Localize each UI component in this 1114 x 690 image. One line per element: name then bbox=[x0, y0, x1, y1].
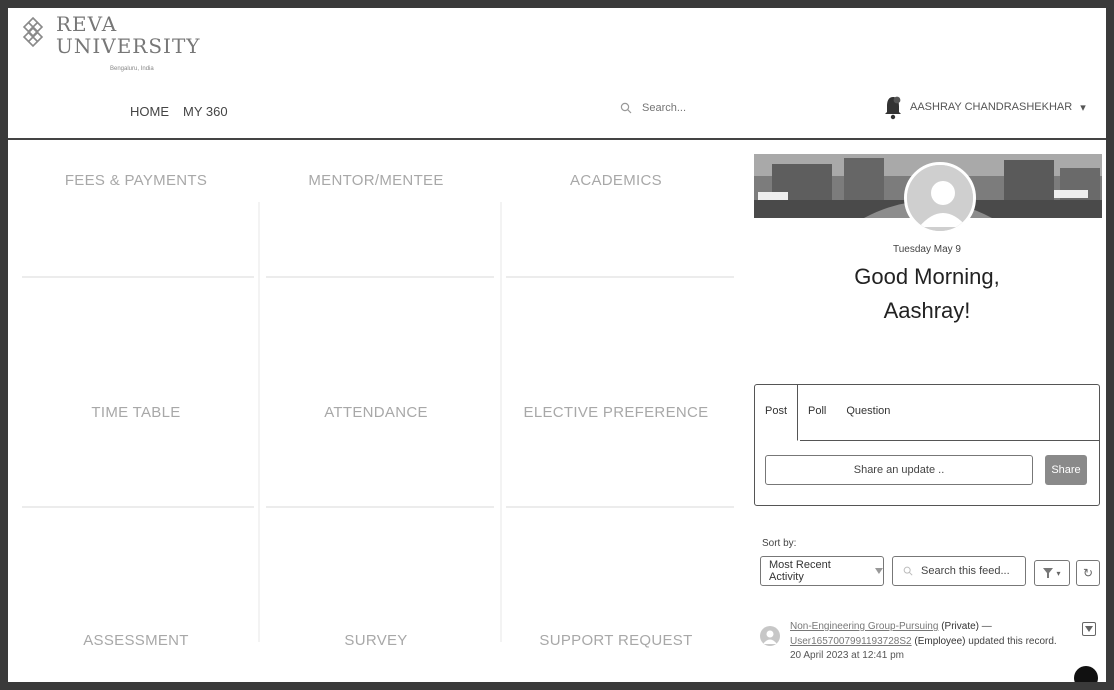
main-nav: HOME MY 360 bbox=[130, 104, 228, 119]
user-caret-icon[interactable]: ▾ bbox=[1080, 101, 1086, 114]
tile-divider bbox=[506, 506, 734, 508]
tile-divider bbox=[506, 276, 734, 278]
tile-assessment[interactable]: ASSESSMENT bbox=[16, 632, 256, 649]
filter-caret: ▾ bbox=[1056, 568, 1061, 578]
tile-divider bbox=[266, 506, 494, 508]
university-logo[interactable]: REVA UNIVERSITY Bengaluru, India bbox=[18, 12, 200, 78]
tab-poll[interactable]: Poll bbox=[798, 385, 836, 441]
brand-line2: UNIVERSITY bbox=[56, 34, 201, 58]
quick-links-grid: FEES & PAYMENTS MENTOR/MENTEE ACADEMICS … bbox=[8, 142, 748, 682]
tab-divider bbox=[800, 440, 1099, 441]
feed-role: (Employee) bbox=[914, 635, 966, 647]
publisher-tabs: Post Poll Question bbox=[755, 385, 1099, 441]
greeting: Good Morning, Aashray! bbox=[748, 260, 1106, 328]
feed-user-link[interactable]: User1657007991193728S2 bbox=[790, 636, 912, 647]
person-avatar-icon bbox=[907, 165, 973, 231]
top-header: REVA UNIVERSITY Bengaluru, India HOME MY… bbox=[8, 8, 1106, 140]
greeting-line2: Aashray! bbox=[883, 298, 971, 324]
global-search[interactable] bbox=[620, 102, 722, 114]
chatter-publisher: Post Poll Question Share an update .. Sh… bbox=[754, 384, 1100, 506]
user-menu[interactable]: AASHRAY CHANDRASHEKHAR ▾ bbox=[884, 94, 1086, 120]
feed-search[interactable]: Search this feed... bbox=[892, 556, 1026, 586]
profile-panel: Tuesday May 9 Good Morning, Aashray! Pos… bbox=[748, 142, 1106, 682]
search-input[interactable] bbox=[642, 102, 722, 114]
chevron-down-icon bbox=[1085, 626, 1093, 632]
feed-item-text: Non-Engineering Group-Pursuing (Private)… bbox=[790, 620, 1060, 664]
feed-privacy: (Private) bbox=[941, 621, 979, 632]
tile-academics[interactable]: ACADEMICS bbox=[496, 172, 736, 189]
sort-select[interactable]: Most Recent Activity bbox=[760, 556, 884, 586]
sort-label: Sort by: bbox=[762, 538, 797, 549]
notification-bell-icon[interactable] bbox=[884, 94, 902, 120]
filter-icon bbox=[1043, 568, 1054, 578]
refresh-button[interactable]: ↻ bbox=[1076, 560, 1100, 586]
current-date: Tuesday May 9 bbox=[893, 244, 961, 255]
brand-line1: REVA bbox=[56, 12, 118, 36]
sort-value: Most Recent Activity bbox=[769, 559, 831, 583]
feed-action: updated this record. bbox=[968, 635, 1057, 647]
person-icon bbox=[763, 630, 777, 644]
logo-knot-icon bbox=[22, 16, 44, 48]
tab-post[interactable]: Post bbox=[755, 385, 799, 441]
tile-mentor-mentee[interactable]: MENTOR/MENTEE bbox=[256, 172, 496, 189]
tile-divider bbox=[22, 506, 254, 508]
feed-group-link[interactable]: Non-Engineering Group-Pursuing bbox=[790, 621, 938, 632]
tile-support-request[interactable]: SUPPORT REQUEST bbox=[496, 632, 736, 649]
feed-dash: — bbox=[979, 621, 992, 632]
feed-item: Non-Engineering Group-Pursuing (Private)… bbox=[760, 618, 1100, 682]
share-update-input[interactable]: Share an update .. bbox=[765, 455, 1033, 485]
tile-divider bbox=[266, 276, 494, 278]
tile-divider bbox=[22, 276, 254, 278]
tile-attendance[interactable]: ATTENDANCE bbox=[256, 404, 496, 421]
feed-avatar[interactable] bbox=[760, 626, 780, 646]
tile-divider bbox=[500, 202, 502, 642]
user-name[interactable]: AASHRAY CHANDRASHEKHAR bbox=[910, 101, 1072, 113]
tile-fees-payments[interactable]: FEES & PAYMENTS bbox=[16, 172, 256, 189]
nav-home[interactable]: HOME bbox=[130, 104, 169, 119]
feed-timestamp[interactable]: 20 April 2023 at 12:41 pm bbox=[790, 650, 904, 661]
tile-survey[interactable]: SURVEY bbox=[256, 632, 496, 649]
tab-question[interactable]: Question bbox=[836, 385, 900, 441]
search-icon bbox=[620, 102, 632, 114]
user-avatar[interactable] bbox=[904, 162, 976, 234]
feed-item-menu[interactable] bbox=[1082, 622, 1096, 636]
filter-button[interactable]: ▾ bbox=[1034, 560, 1070, 586]
search-icon bbox=[903, 566, 913, 576]
brand-sub: Bengaluru, India bbox=[110, 66, 154, 72]
tile-elective-preference[interactable]: ELECTIVE PREFERENCE bbox=[496, 404, 736, 421]
feed-search-input[interactable]: Search this feed... bbox=[921, 565, 1010, 577]
greeting-line1: Good Morning, bbox=[854, 264, 1000, 289]
chevron-down-icon bbox=[875, 568, 883, 574]
share-button[interactable]: Share bbox=[1045, 455, 1087, 485]
refresh-icon: ↻ bbox=[1082, 566, 1094, 580]
nav-my360[interactable]: MY 360 bbox=[183, 104, 228, 119]
page-frame: REVA UNIVERSITY Bengaluru, India HOME MY… bbox=[8, 8, 1106, 682]
tile-time-table[interactable]: TIME TABLE bbox=[16, 404, 256, 421]
tile-divider bbox=[258, 202, 260, 642]
